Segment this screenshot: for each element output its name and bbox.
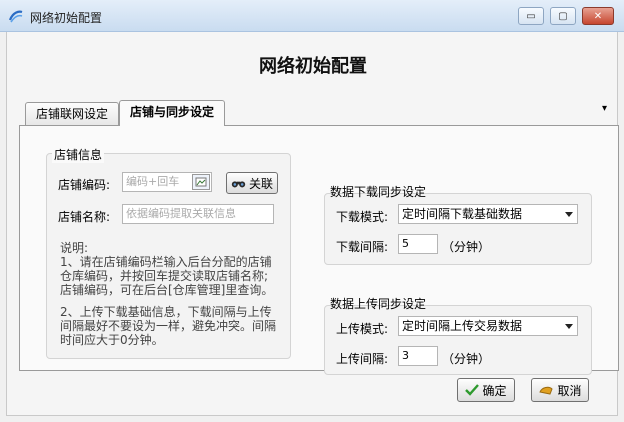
tab-label: 店铺与同步设定 [130, 105, 215, 119]
page-title: 网络初始配置 [259, 56, 367, 77]
note-line: 说明: [60, 241, 89, 255]
minimize-icon: ▭ [526, 10, 536, 22]
tab-label: 店铺联网设定 [36, 107, 109, 121]
minimize-button[interactable]: ▭ [518, 7, 544, 25]
tab-store-sync[interactable]: 店铺与同步设定 [119, 100, 226, 126]
maximize-button[interactable]: ▢ [550, 7, 576, 25]
chevron-down-icon [565, 212, 573, 217]
note-line: 间隔最好不要设为一样，避免冲突。间隔 [60, 319, 277, 333]
download-mode-select[interactable]: 定时间隔下载基础数据 [398, 204, 578, 224]
store-code-label: 店铺编码: [58, 178, 111, 192]
store-name-field: 依据编码提取关联信息 [122, 204, 274, 224]
upload-sync-title: 数据上传同步设定 [330, 297, 427, 311]
download-interval-input[interactable]: 5 [398, 234, 438, 254]
store-name-label: 店铺名称: [58, 210, 111, 224]
cancel-label: 取消 [557, 383, 582, 398]
download-interval-unit: （分钟） [442, 240, 491, 254]
download-mode-label: 下载模式: [336, 210, 389, 224]
upload-mode-value: 定时间隔上传交易数据 [402, 319, 523, 333]
close-button[interactable]: ✕ [582, 7, 614, 25]
upload-interval-label: 上传间隔: [336, 352, 389, 366]
upload-mode-select[interactable]: 定时间隔上传交易数据 [398, 316, 578, 336]
cancel-button[interactable]: 取消 [531, 378, 589, 402]
title-bar: 网络初始配置 ▭ ▢ ✕ [0, 0, 624, 32]
download-interval-label: 下载间隔: [336, 240, 389, 254]
tab-store-network[interactable]: 店铺联网设定 [25, 102, 120, 126]
store-info-notes: 说明: 1、请在店铺编码栏输入后台分配的店铺 仓库编码，并按回车提交读取店铺名称… [60, 241, 276, 347]
note-line: 2、上传下载基础信息，下载间隔与上传 [60, 305, 272, 319]
check-icon [465, 384, 480, 396]
maximize-icon: ▢ [558, 10, 568, 22]
note-line: 仓库编码，并按回车提交读取店铺名称; [60, 269, 269, 283]
note-line [60, 297, 276, 305]
note-line: 1、请在店铺编码栏输入后台分配的店铺 [60, 255, 272, 269]
ok-button[interactable]: 确定 [457, 378, 515, 402]
upload-interval-input[interactable]: 3 [398, 346, 438, 366]
upload-mode-label: 上传模式: [336, 322, 389, 336]
store-info-title: 店铺信息 [52, 146, 105, 163]
download-mode-value: 定时间隔下载基础数据 [402, 207, 523, 221]
ok-label: 确定 [482, 383, 507, 398]
binoculars-icon [231, 180, 246, 187]
dialog-client: 网络初始配置 店铺联网设定 店铺与同步设定 ▾ 店铺信息 店铺编码: 编码+回车… [6, 32, 619, 416]
chevron-down-icon [565, 324, 573, 329]
tab-panel: 店铺信息 店铺编码: 编码+回车 关联 店铺名称: 依据编码提取关联信息 说明:… [19, 125, 619, 375]
download-sync-title: 数据下载同步设定 [330, 185, 427, 199]
cancel-icon [539, 386, 554, 395]
window-title: 网络初始配置 [30, 11, 103, 25]
note-line: 店铺编码，可在后台[仓库管理]里查询。 [60, 283, 274, 297]
link-store-label: 关联 [248, 176, 273, 191]
tab-menu-icon[interactable]: ▾ [602, 103, 607, 114]
upload-interval-unit: （分钟） [442, 352, 491, 366]
note-line: 时间应大于0分钟。 [60, 333, 164, 347]
app-logo-icon [8, 10, 23, 23]
link-store-button[interactable]: 关联 [226, 172, 278, 194]
close-icon: ✕ [593, 10, 603, 22]
lookup-icon[interactable] [192, 174, 210, 190]
